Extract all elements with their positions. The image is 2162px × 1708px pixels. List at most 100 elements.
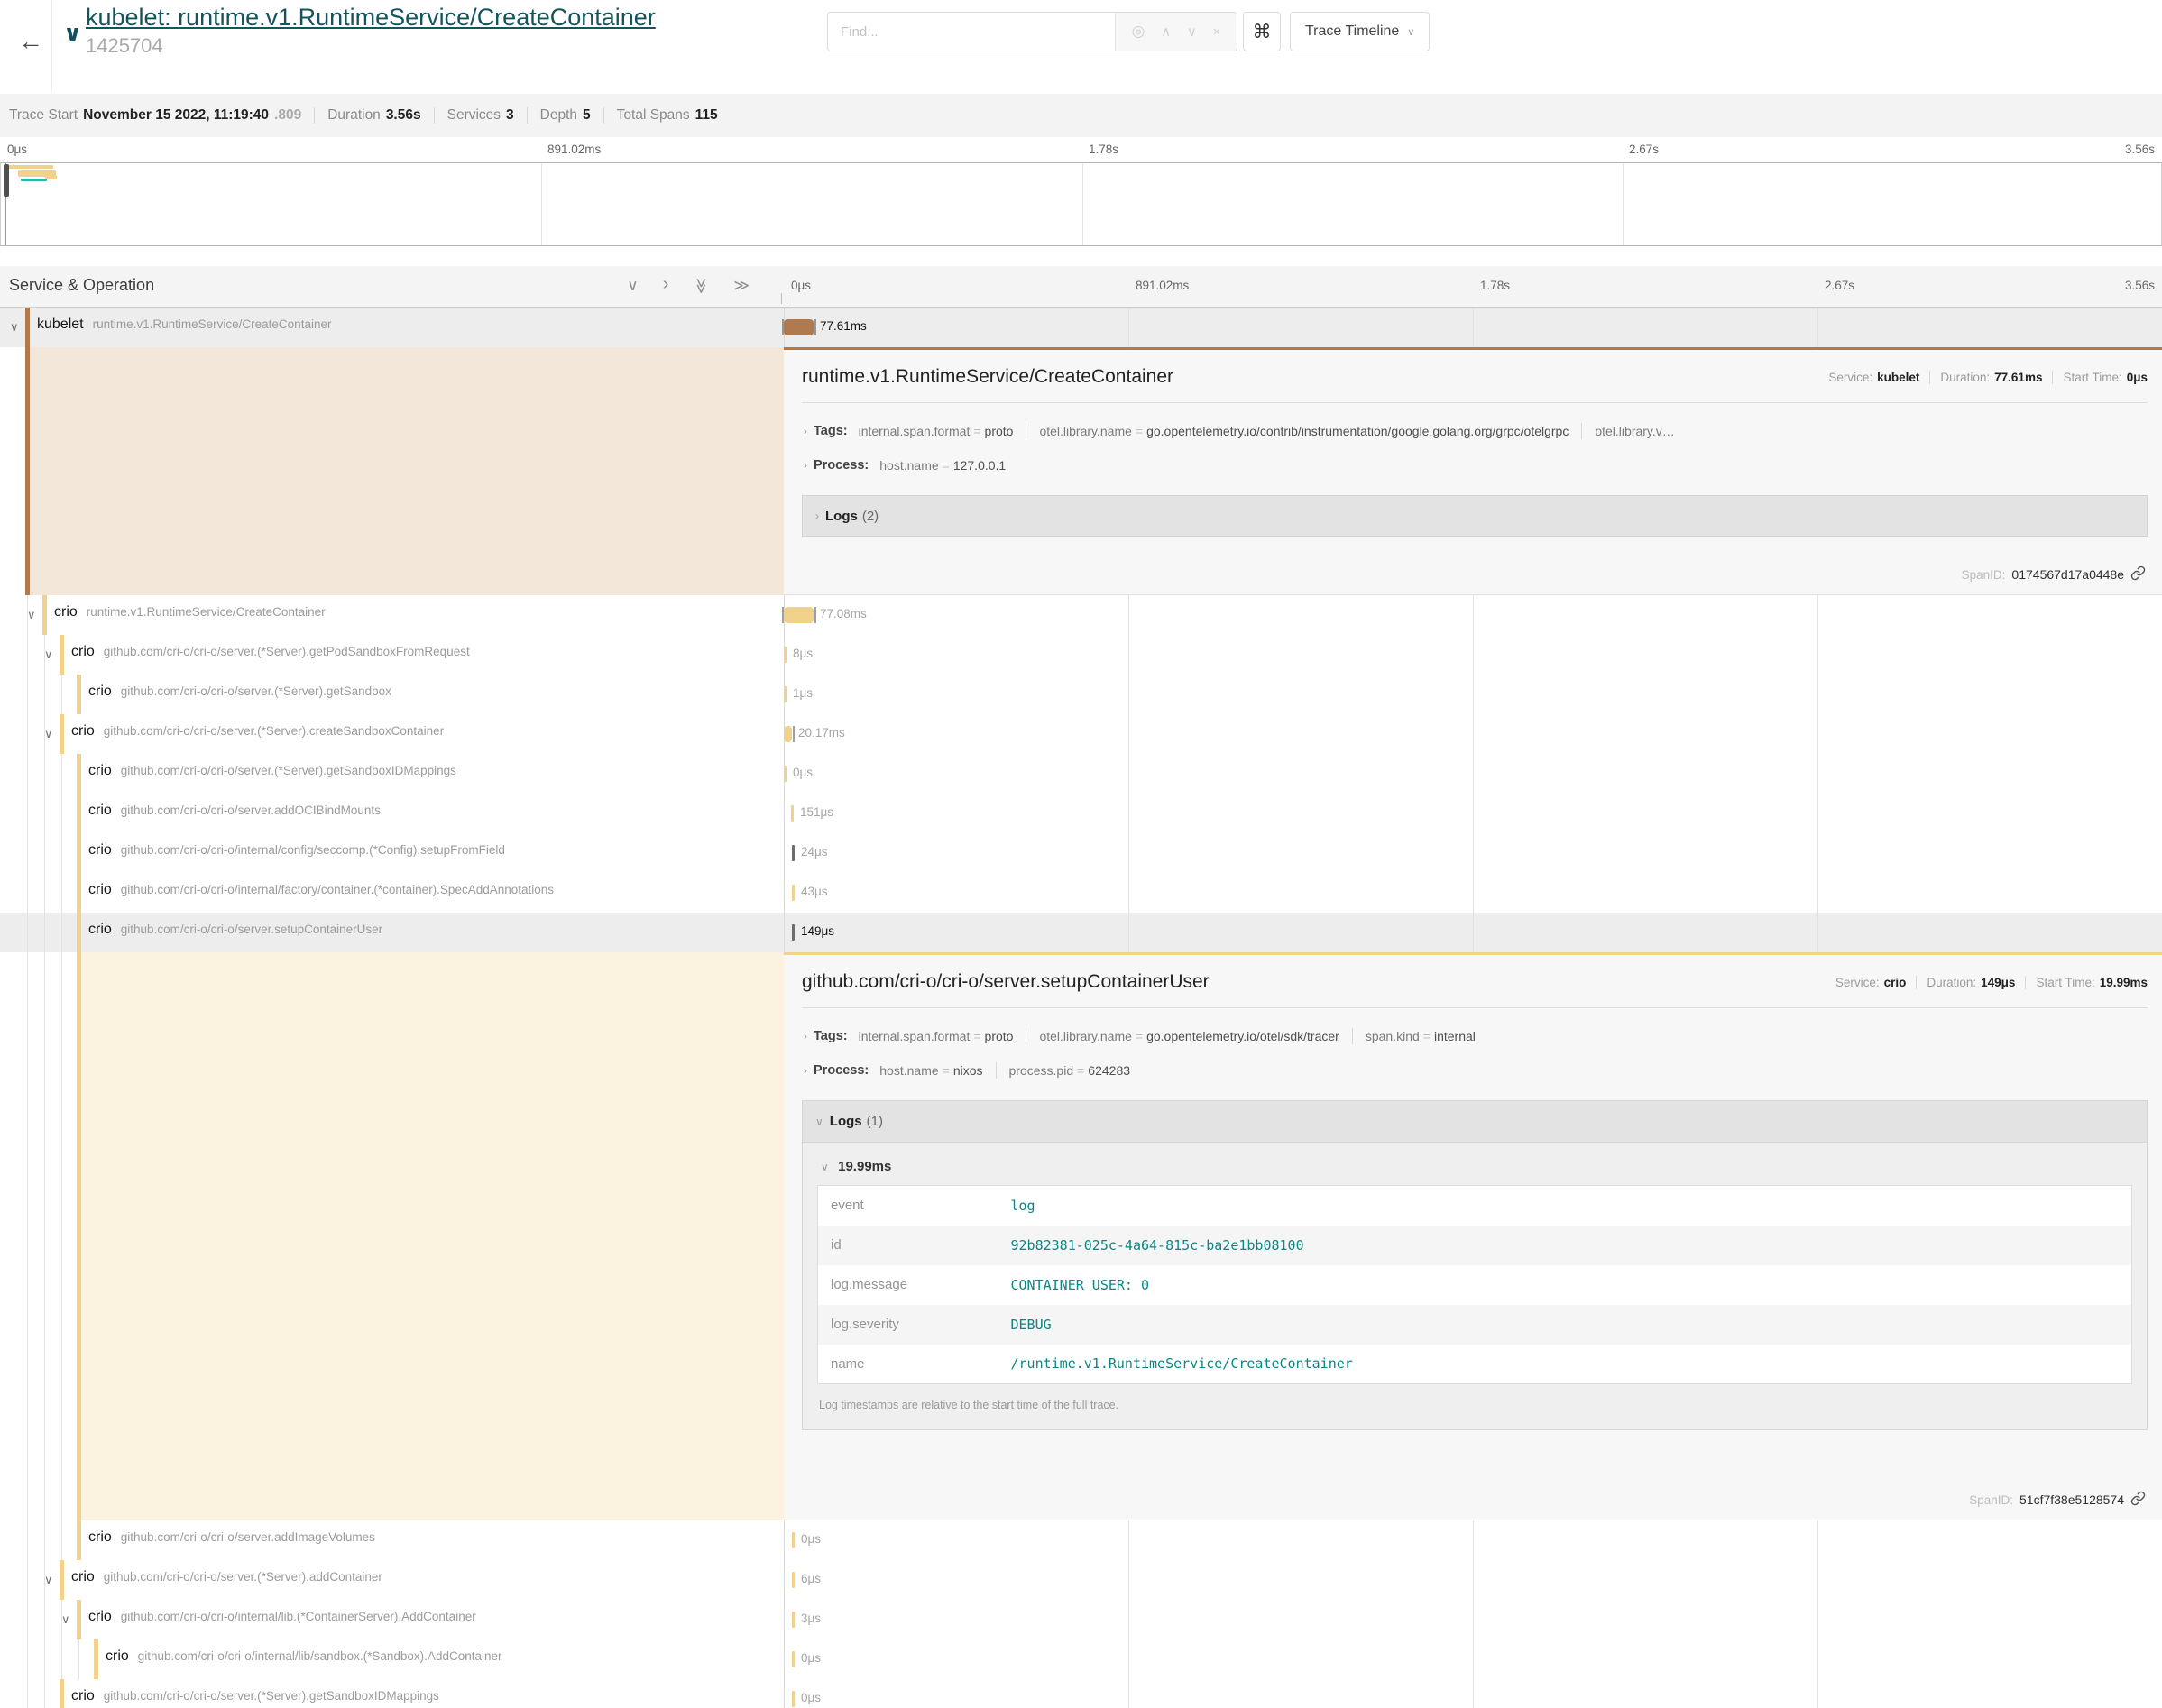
span-duration-bar[interactable] — [792, 845, 795, 861]
trace-collapse-chevron-icon[interactable]: ∨ — [63, 20, 82, 48]
tag-separator — [996, 1062, 997, 1079]
span-duration-bar[interactable] — [784, 686, 787, 702]
span-row[interactable]: criogithub.com/cri-o/cri-o/server.addIma… — [0, 1520, 2162, 1560]
process-accordion[interactable]: ›Process:host.name=127.0.0.1 — [802, 448, 2148, 482]
span-row[interactable]: ∨criogithub.com/cri-o/cri-o/server.(*Ser… — [0, 1560, 2162, 1600]
tree-guide-line — [61, 754, 62, 794]
span-row[interactable]: criogithub.com/cri-o/cri-o/server.(*Serv… — [0, 675, 2162, 714]
span-row[interactable]: ∨criogithub.com/cri-o/cri-o/server.(*Ser… — [0, 714, 2162, 754]
collapse-one-icon[interactable]: ∨ — [627, 277, 638, 295]
span-duration-bar[interactable] — [784, 766, 787, 782]
meta-label: Duration: — [1927, 976, 1976, 989]
minimap-canvas[interactable] — [0, 162, 2162, 246]
tag-key: internal.span.format — [859, 424, 971, 438]
prev-result-icon[interactable]: ∧ — [1161, 23, 1171, 40]
log-entry-header[interactable]: ∨ 19.99ms — [819, 1159, 2132, 1174]
span-duration-bar[interactable] — [784, 607, 814, 623]
span-row[interactable]: criogithub.com/cri-o/cri-o/internal/lib/… — [0, 1639, 2162, 1679]
tree-guide-line — [78, 1639, 79, 1679]
tree-guide-line — [44, 675, 45, 714]
expand-one-icon[interactable]: › — [663, 277, 669, 295]
span-row[interactable]: criogithub.com/cri-o/cri-o/server.setupC… — [0, 913, 2162, 952]
trace-title-link[interactable]: kubelet: runtime.v1.RuntimeService/Creat… — [86, 4, 656, 32]
row-expand-chevron-icon[interactable]: ∨ — [27, 608, 36, 622]
service-color-bar — [60, 1560, 64, 1600]
span-duration-bar[interactable] — [784, 319, 814, 335]
detail-row-tint — [30, 347, 784, 595]
span-duration-bar[interactable] — [792, 1612, 795, 1628]
child-span-tick — [814, 319, 816, 335]
service-name: criogithub.com/cri-o/cri-o/server.setupC… — [88, 922, 382, 938]
span-row[interactable]: criogithub.com/cri-o/cri-o/server.(*Serv… — [0, 754, 2162, 794]
services-label: Services — [447, 107, 501, 124]
span-duration-label: 0μs — [801, 1532, 821, 1546]
log-field-key: id — [818, 1226, 998, 1265]
span-duration-label: 8μs — [793, 647, 813, 660]
row-expand-chevron-icon[interactable]: ∨ — [44, 647, 53, 662]
span-row[interactable]: ∨criogithub.com/cri-o/cri-o/internal/lib… — [0, 1600, 2162, 1639]
operation-name: github.com/cri-o/cri-o/internal/factory/… — [121, 883, 554, 896]
locate-icon[interactable]: ◎ — [1132, 23, 1145, 41]
span-detail-card: github.com/cri-o/cri-o/server.setupConta… — [784, 952, 2162, 1520]
operation-name: github.com/cri-o/cri-o/server.(*Server).… — [121, 764, 456, 777]
span-row[interactable]: ∨crioruntime.v1.RuntimeService/CreateCon… — [0, 595, 2162, 635]
service-color-bar — [77, 754, 81, 794]
column-resizer-grip[interactable] — [781, 293, 787, 304]
tags-accordion[interactable]: ›Tags:internal.span.format=protootel.lib… — [802, 1019, 2148, 1053]
minimap-scrubber-handle[interactable] — [4, 164, 9, 197]
back-button[interactable]: ← — [13, 23, 49, 60]
span-duration-bar[interactable] — [792, 1532, 795, 1548]
span-duration-bar[interactable] — [784, 726, 792, 742]
span-duration-bar[interactable] — [792, 1572, 795, 1588]
span-row-timeline: 1μs — [784, 675, 2162, 714]
row-expand-chevron-icon[interactable]: ∨ — [61, 1612, 70, 1627]
service-name: kubeletruntime.v1.RuntimeService/CreateC… — [37, 317, 331, 333]
tag-value: go.opentelemetry.io/contrib/instrumentat… — [1146, 424, 1569, 438]
tag-value: proto — [985, 424, 1014, 438]
span-duration-bar[interactable] — [792, 1651, 795, 1667]
row-expand-chevron-icon[interactable]: ∨ — [10, 320, 19, 335]
span-duration-bar[interactable] — [791, 805, 794, 822]
clear-search-icon[interactable]: × — [1213, 24, 1221, 40]
log-field-row: eventlog — [818, 1186, 2132, 1226]
next-result-icon[interactable]: ∨ — [1187, 23, 1197, 40]
depth-label: Depth — [540, 107, 577, 124]
minimap-tick-labels: 0μs891.02ms1.78s2.67s3.56s — [0, 137, 2162, 162]
span-row[interactable]: ∨criogithub.com/cri-o/cri-o/server.(*Ser… — [0, 635, 2162, 675]
meta-label: Start Time: — [2036, 976, 2094, 989]
span-row[interactable]: criogithub.com/cri-o/cri-o/server.(*Serv… — [0, 1679, 2162, 1708]
span-row[interactable]: criogithub.com/cri-o/cri-o/server.addOCI… — [0, 794, 2162, 833]
span-duration-label: 3μs — [801, 1612, 821, 1625]
meta-separator — [1929, 371, 1930, 384]
logs-accordion-header[interactable]: ∨Logs(1) — [803, 1101, 2147, 1143]
copy-link-icon[interactable] — [2130, 565, 2146, 583]
tags-accordion[interactable]: ›Tags:internal.span.format=protootel.lib… — [802, 414, 2148, 448]
detail-divider — [802, 402, 2148, 403]
process-accordion[interactable]: ›Process:host.name=nixosprocess.pid=6242… — [802, 1053, 2148, 1088]
span-duration-bar[interactable] — [784, 647, 787, 663]
row-expand-chevron-icon[interactable]: ∨ — [44, 1573, 53, 1587]
operation-name: runtime.v1.RuntimeService/CreateContaine… — [93, 317, 332, 331]
trace-start-value: November 15 2022, 11:19:40 — [83, 107, 269, 124]
tree-guide-line — [27, 794, 28, 833]
expand-all-icon[interactable]: ≫ — [733, 277, 750, 295]
span-row[interactable]: ∨ kubeletruntime.v1.RuntimeService/Create… — [0, 308, 2162, 347]
span-row-timeline: 0μs — [784, 754, 2162, 794]
span-duration-label: 24μs — [801, 845, 828, 859]
span-row[interactable]: criogithub.com/cri-o/cri-o/internal/conf… — [0, 833, 2162, 873]
tag-equals: = — [1077, 1063, 1084, 1078]
span-duration-bar[interactable] — [792, 924, 795, 941]
span-duration-bar[interactable] — [792, 885, 795, 901]
span-duration-bar[interactable] — [792, 1691, 795, 1707]
log-field-value: /runtime.v1.RuntimeService/CreateContain… — [998, 1345, 2132, 1384]
span-row-name: criogithub.com/cri-o/cri-o/internal/lib/… — [0, 1639, 784, 1679]
view-selector-button[interactable]: Trace Timeline ∨ — [1290, 12, 1430, 51]
copy-link-icon[interactable] — [2130, 1491, 2146, 1509]
find-input[interactable] — [828, 13, 1115, 51]
collapse-all-icon[interactable]: ≫ — [692, 278, 710, 294]
log-field-row: log.severityDEBUG — [818, 1305, 2132, 1345]
row-expand-chevron-icon[interactable]: ∨ — [44, 727, 53, 741]
logs-accordion-collapsed[interactable]: ›Logs(2) — [802, 495, 2148, 537]
keyboard-shortcuts-button[interactable]: ⌘ — [1243, 12, 1281, 51]
span-row[interactable]: criogithub.com/cri-o/cri-o/internal/fact… — [0, 873, 2162, 913]
